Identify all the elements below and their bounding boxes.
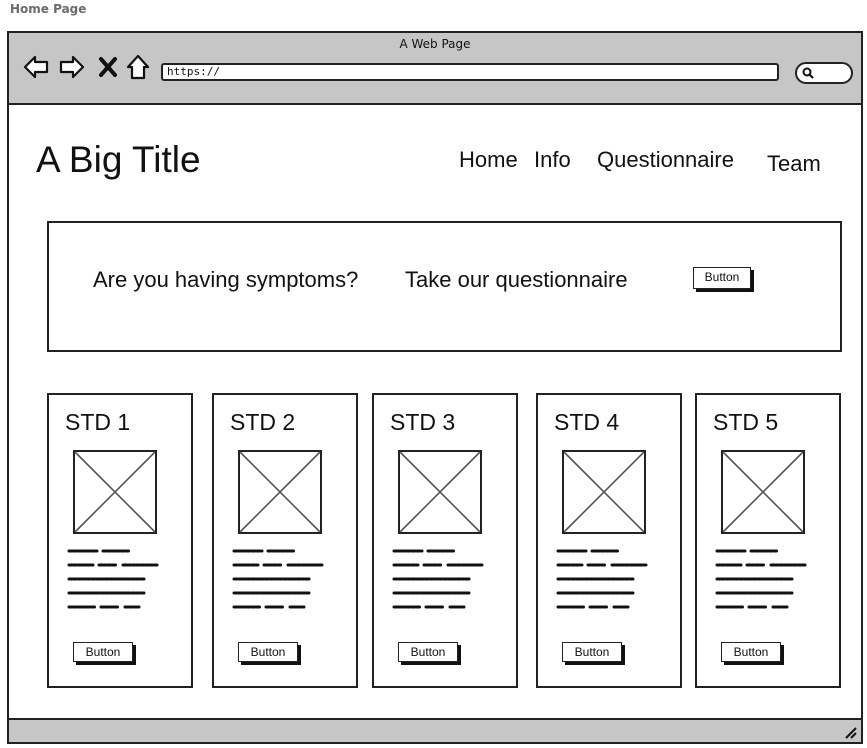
hero-banner: Are you having symptoms? Take our questi…	[47, 221, 842, 352]
text-placeholder-lines	[232, 549, 324, 609]
nav-link-questionnaire[interactable]: Questionnaire	[597, 147, 734, 173]
text-placeholder-lines	[715, 549, 807, 609]
page-label: Home Page	[10, 2, 87, 16]
nav-link-info[interactable]: Info	[534, 147, 571, 173]
card-std-2: STD 2 Button	[212, 393, 358, 688]
nav-link-home[interactable]: Home	[459, 147, 518, 173]
home-icon[interactable]	[125, 54, 151, 80]
card-title: STD 1	[65, 409, 131, 435]
search-icon	[802, 67, 814, 79]
nav-link-team[interactable]: Team	[767, 151, 821, 177]
card-button[interactable]: Button	[562, 642, 622, 662]
url-input[interactable]: https://	[161, 63, 779, 81]
browser-chrome: A Web Page https://	[9, 33, 861, 105]
card-std-1: STD 1 Button	[47, 393, 193, 688]
card-button[interactable]: Button	[238, 642, 298, 662]
browser-window: A Web Page https:// A Big Title Home Inf…	[7, 31, 863, 744]
card-std-4: STD 4 Button	[536, 393, 682, 688]
page-title: A Big Title	[36, 139, 201, 180]
forward-arrow-icon[interactable]	[59, 54, 85, 80]
image-placeholder-icon	[721, 450, 805, 534]
card-title: STD 2	[230, 409, 296, 435]
card-title: STD 4	[554, 409, 620, 435]
card-button[interactable]: Button	[398, 642, 458, 662]
image-placeholder-icon	[562, 450, 646, 534]
resize-grip-icon[interactable]	[841, 723, 857, 739]
image-placeholder-icon	[238, 450, 322, 534]
card-std-3: STD 3 Button	[372, 393, 518, 688]
text-placeholder-lines	[67, 549, 159, 609]
card-title: STD 5	[713, 409, 779, 435]
hero-text-questionnaire: Take our questionnaire	[405, 267, 628, 292]
text-placeholder-lines	[556, 549, 648, 609]
hero-button[interactable]: Button	[693, 267, 751, 289]
status-bar	[9, 718, 861, 742]
card-button[interactable]: Button	[721, 642, 781, 662]
hero-text-symptoms: Are you having symptoms?	[93, 267, 359, 292]
image-placeholder-icon	[398, 450, 482, 534]
card-button[interactable]: Button	[73, 642, 133, 662]
image-placeholder-icon	[73, 450, 157, 534]
text-placeholder-lines	[392, 549, 484, 609]
search-box[interactable]	[795, 62, 853, 84]
card-title: STD 3	[390, 409, 456, 435]
card-std-5: STD 5 Button	[695, 393, 841, 688]
back-arrow-icon[interactable]	[23, 54, 49, 80]
close-x-icon[interactable]	[95, 54, 121, 80]
window-title: A Web Page	[399, 37, 471, 51]
